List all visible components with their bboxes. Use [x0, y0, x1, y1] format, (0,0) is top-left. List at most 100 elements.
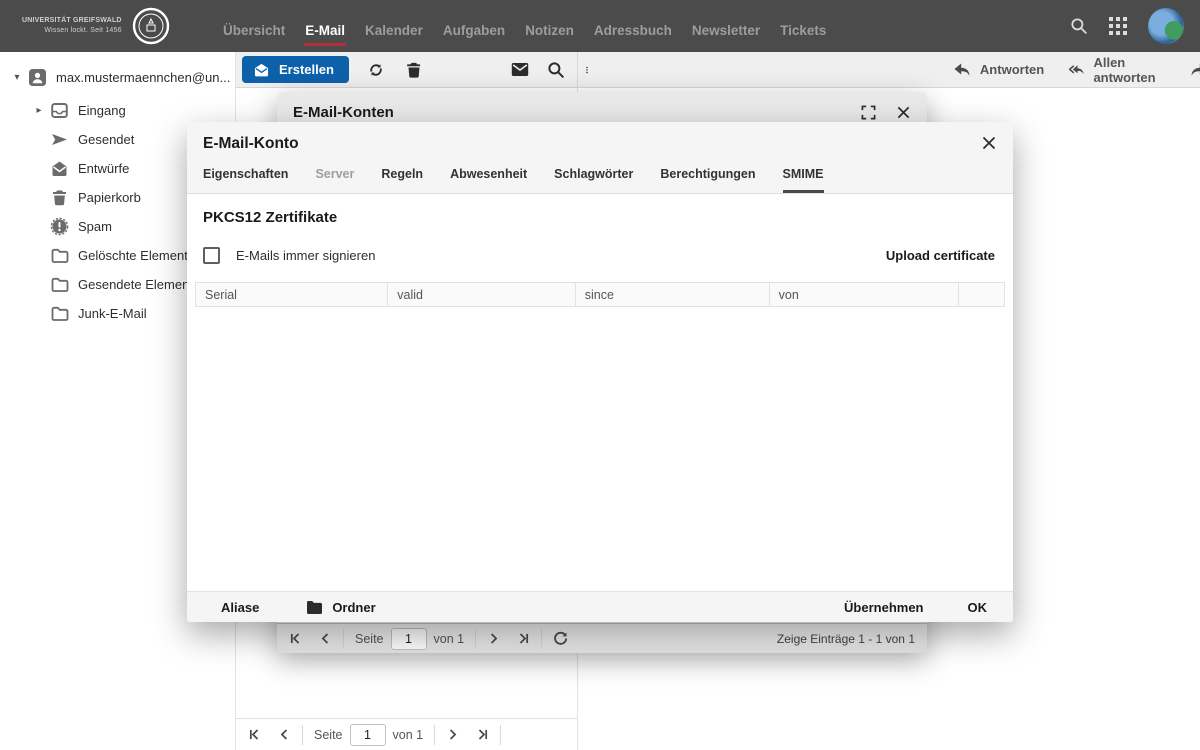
folder-icon: [307, 600, 323, 614]
page-label: Seite: [355, 631, 384, 646]
folders-button[interactable]: Ordner: [306, 599, 376, 615]
inbox-icon: [51, 103, 68, 118]
reply-all-button[interactable]: Allen antworten: [1069, 55, 1162, 85]
next-page-icon[interactable]: [487, 632, 500, 645]
sign-always-label: E-Mails immer signieren: [236, 248, 376, 263]
column-header-von[interactable]: von: [770, 283, 959, 306]
sidebar-account[interactable]: ▾ max.mustermaennchen@un...: [0, 64, 235, 90]
forward-button[interactable]: Weiterleiten: [1189, 62, 1200, 78]
page-number-input[interactable]: [390, 627, 427, 650]
nav-tab-kalender[interactable]: Kalender: [364, 7, 424, 46]
compose-label: Erstellen: [279, 62, 334, 77]
page-number-input[interactable]: [349, 723, 386, 746]
folder-label: Junk-E-Mail: [78, 306, 147, 321]
column-header-valid[interactable]: valid: [388, 283, 576, 306]
logo-line2: Wissen lockt. Seit 1456: [44, 27, 122, 34]
tab-server[interactable]: Server: [315, 167, 354, 193]
tab-abwesenheit[interactable]: Abwesenheit: [450, 167, 527, 193]
last-page-icon[interactable]: [517, 632, 530, 645]
nav-tab-uebersicht[interactable]: Übersicht: [222, 7, 286, 46]
folder-label: Spam: [78, 219, 112, 234]
nav-tab-notizen[interactable]: Notizen: [524, 7, 575, 46]
certificate-table-header: Serial valid since von: [195, 282, 1005, 307]
search-icon[interactable]: [1070, 17, 1088, 35]
first-page-icon[interactable]: [248, 728, 261, 741]
user-avatar[interactable]: [1148, 8, 1184, 44]
refresh-icon[interactable]: [367, 61, 385, 79]
drafts-icon: [52, 161, 67, 176]
pagination-status: Zeige Einträge 1 - 1 von 1: [776, 631, 915, 646]
compose-button[interactable]: Erstellen: [242, 56, 349, 83]
send-icon: [52, 134, 67, 145]
modal-title: E-Mail-Konto: [203, 135, 299, 152]
next-page-icon[interactable]: [446, 728, 459, 741]
mail-toolbar: Erstellen Antworten Allen antworten: [236, 52, 1200, 88]
folder-icon: [51, 277, 69, 292]
tab-eigenschaften[interactable]: Eigenschaften: [203, 167, 288, 193]
folder-icon: [51, 248, 69, 263]
mail-list-pagination: Seite von 1: [236, 718, 577, 750]
nav-tab-tickets[interactable]: Tickets: [779, 7, 827, 46]
refresh-icon[interactable]: [553, 631, 568, 646]
main-nav: Übersicht E-Mail Kalender Aufgaben Notiz…: [222, 0, 827, 52]
folder-icon: [51, 306, 69, 321]
university-seal-icon: [132, 7, 169, 45]
tab-berechtigungen[interactable]: Berechtigungen: [660, 167, 755, 193]
mark-read-envelope-icon[interactable]: [511, 62, 529, 77]
reply-icon: [954, 63, 970, 76]
trash-icon: [53, 190, 66, 206]
account-settings-tabs: Eigenschaften Server Regeln Abwesenheit …: [203, 167, 997, 193]
column-header-actions: [959, 283, 1004, 306]
tab-schlagwoerter[interactable]: Schlagwörter: [554, 167, 633, 193]
reply-label: Antworten: [979, 62, 1045, 77]
account-icon: [29, 68, 46, 86]
close-icon[interactable]: [981, 135, 997, 151]
logo-line1: UNIVERSITÄT GREIFSWALD: [22, 16, 122, 24]
search-mail-icon[interactable]: [547, 61, 565, 79]
tab-smime[interactable]: SMIME: [782, 167, 824, 193]
forward-icon: [1191, 67, 1200, 76]
sidebar-item-eingang[interactable]: ▸ Eingang: [0, 96, 235, 125]
folder-label: Eingang: [78, 103, 126, 118]
last-page-icon[interactable]: [476, 728, 489, 741]
email-account-modal: E-Mail-Konto Eigenschaften Server Regeln…: [187, 122, 1013, 622]
sign-option-row: E-Mails immer signieren Upload certifica…: [187, 237, 1013, 282]
aliases-button[interactable]: Aliase: [221, 600, 259, 615]
prev-page-icon[interactable]: [278, 728, 291, 741]
folders-label: Ordner: [332, 599, 376, 615]
caret-down-icon[interactable]: ▾: [10, 72, 24, 83]
nav-tab-email[interactable]: E-Mail: [304, 7, 347, 46]
app-grid-icon[interactable]: [1109, 17, 1127, 35]
tab-regeln[interactable]: Regeln: [381, 167, 423, 193]
first-page-icon[interactable]: [289, 632, 302, 645]
reply-all-icon: [1069, 64, 1084, 74]
apply-button[interactable]: Übernehmen: [844, 600, 923, 615]
column-header-since[interactable]: since: [576, 283, 770, 306]
sign-always-checkbox[interactable]: [203, 247, 220, 264]
folder-label: Gelöschte Elemente: [78, 248, 196, 263]
folder-label: Papierkorb: [78, 190, 141, 205]
smime-heading: PKCS12 Zertifikate: [203, 209, 338, 226]
close-icon[interactable]: [896, 105, 911, 120]
nav-tab-adressbuch[interactable]: Adressbuch: [593, 7, 673, 46]
main-area: ▾ max.mustermaennchen@un... ▸ Eingang Ge…: [0, 52, 1200, 750]
nav-tab-aufgaben[interactable]: Aufgaben: [442, 7, 506, 46]
dialog-title: E-Mail-Konten: [293, 103, 394, 121]
more-options-icon[interactable]: [583, 61, 591, 79]
prev-page-icon[interactable]: [319, 632, 332, 645]
trash-icon[interactable]: [405, 61, 423, 79]
university-logo: UNIVERSITÄT GREIFSWALD Wissen lockt. Sei…: [0, 6, 222, 46]
page-label: Seite: [314, 727, 343, 742]
page-of-label: von 1: [392, 727, 424, 742]
accounts-pagination: Seite von 1 Zeige Einträge 1 - 1 von 1: [277, 623, 927, 653]
maximize-icon[interactable]: [861, 105, 876, 120]
reply-button[interactable]: Antworten: [953, 62, 1044, 78]
ok-button[interactable]: OK: [968, 600, 988, 615]
nav-tab-newsletter[interactable]: Newsletter: [691, 7, 761, 46]
caret-right-icon[interactable]: ▸: [32, 105, 46, 116]
column-header-serial[interactable]: Serial: [196, 283, 389, 306]
upload-certificate-button[interactable]: Upload certificate: [884, 244, 997, 267]
reply-all-label: Allen antworten: [1093, 54, 1156, 85]
email-account-modal-header: E-Mail-Konto Eigenschaften Server Regeln…: [187, 122, 1013, 194]
smime-tab-panel: PKCS12 Zertifikate E-Mails immer signier…: [187, 194, 1013, 591]
